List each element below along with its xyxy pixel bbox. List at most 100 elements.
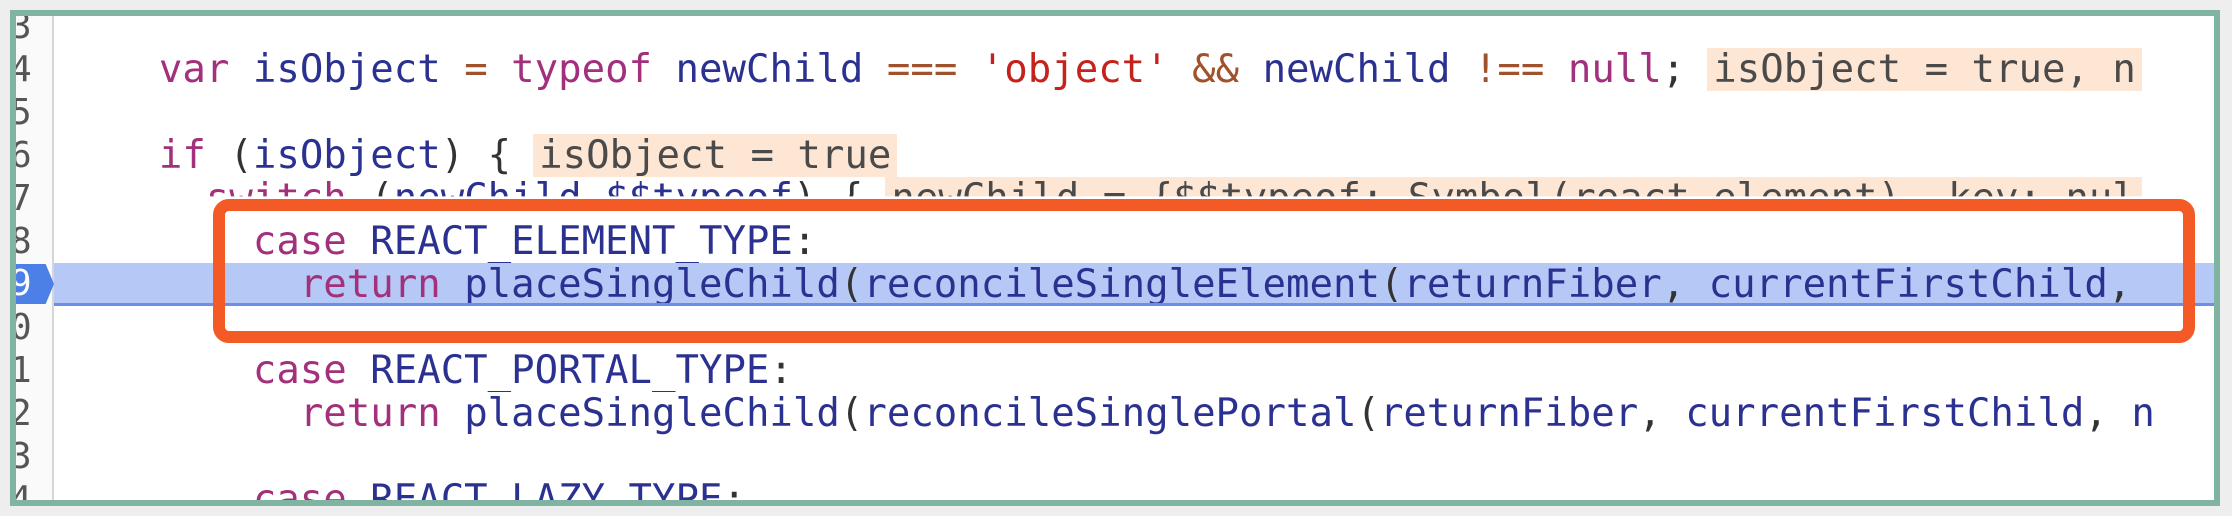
code-token: placeSingleChild xyxy=(464,263,840,306)
code-token: if xyxy=(158,134,206,177)
code-token: ) { xyxy=(792,177,864,220)
code-token: null xyxy=(1567,48,1662,91)
line-number[interactable]: 6 xyxy=(16,134,50,177)
code-token: ( xyxy=(205,134,253,177)
code-token: ( xyxy=(1379,263,1404,306)
code-line-text: case REACT_PORTAL_TYPE: xyxy=(65,349,793,392)
breakpoint-marker[interactable]: 9 xyxy=(16,264,54,304)
code-line: return placeSingleChild(reconcileSingleP… xyxy=(16,392,2214,435)
code-token: isObject xyxy=(252,48,441,91)
source-code-area[interactable]: var isObject = typeof newChild === 'obje… xyxy=(16,16,2214,500)
code-token: newChild xyxy=(675,48,864,91)
line-number[interactable]: 1 xyxy=(16,349,50,392)
code-token: REACT_ELEMENT_TYPE xyxy=(370,220,793,263)
line-number[interactable]: 8 xyxy=(16,220,50,263)
code-line-text: case REACT_ELEMENT_TYPE: xyxy=(65,220,817,263)
code-line: if (isObject) { isObject = true xyxy=(16,134,2214,177)
inline-value-hint: isObject = true, n xyxy=(1707,48,2142,91)
code-line: switch (newChild.$$typeof) {newChild = {… xyxy=(16,177,2214,220)
code-token: typeof xyxy=(511,48,653,91)
code-token: currentFirstChild xyxy=(1685,392,2085,435)
code-token: ) { xyxy=(440,134,512,177)
code-token: ; xyxy=(1661,48,1686,91)
code-token: 'object' xyxy=(980,48,1169,91)
code-token: case xyxy=(252,478,347,506)
line-number[interactable]: 4 xyxy=(16,478,50,500)
code-token: ( xyxy=(346,177,394,220)
code-line: case REACT_LAZY_TYPE: xyxy=(16,478,2214,506)
code-token: ( xyxy=(1356,392,1380,435)
code-token: !== xyxy=(1473,48,1545,91)
code-token: returnFiber xyxy=(1379,392,1639,435)
line-number[interactable]: 3 xyxy=(16,435,50,478)
inline-value-hint: isObject = true xyxy=(533,134,898,177)
code-token: isObject xyxy=(252,134,441,177)
code-token: case xyxy=(252,349,347,392)
line-number-gutter[interactable]: 345678901234 xyxy=(16,16,54,500)
code-token: case xyxy=(252,220,347,263)
code-token: && xyxy=(1192,48,1240,91)
code-token: n xyxy=(2131,392,2155,435)
code-token: , xyxy=(1661,263,1709,306)
code-token: : xyxy=(769,349,793,392)
code-line-text: return placeSingleChild(reconcileSingleP… xyxy=(65,392,2155,435)
code-token: newChild xyxy=(393,177,582,220)
code-token: ( xyxy=(839,263,864,306)
code-token: placeSingleChild xyxy=(464,392,840,435)
code-token: REACT_PORTAL_TYPE xyxy=(370,349,770,392)
code-token: : xyxy=(722,478,746,506)
code-line-text: return placeSingleChild(reconcileSingleE… xyxy=(65,263,2132,306)
code-token: reconcileSingleElement xyxy=(863,263,1380,306)
code-line: var isObject = typeof newChild === 'obje… xyxy=(16,48,2214,91)
code-line: case REACT_PORTAL_TYPE: xyxy=(16,349,2214,392)
line-number[interactable]: 2 xyxy=(16,392,50,435)
code-token: return xyxy=(299,263,441,306)
line-number[interactable]: 4 xyxy=(16,48,50,91)
current-execution-line: return placeSingleChild(reconcileSingleE… xyxy=(16,263,2214,306)
code-token: newChild xyxy=(1262,48,1451,91)
line-number[interactable]: 0 xyxy=(16,306,50,349)
code-token: var xyxy=(158,48,230,91)
line-number[interactable]: 3 xyxy=(16,16,50,48)
code-line-text: case REACT_LAZY_TYPE: xyxy=(65,478,746,506)
code-token: : xyxy=(792,220,817,263)
code-token: returnFiber xyxy=(1403,263,1662,306)
code-token: ( xyxy=(839,392,864,435)
code-token: === xyxy=(886,48,958,91)
code-line-text: switch (newChild.$$typeof) {newChild = {… xyxy=(65,177,2142,220)
code-token: reconcileSinglePortal xyxy=(863,392,1357,435)
code-token: $$typeof xyxy=(605,177,793,220)
line-number[interactable]: 5 xyxy=(16,91,50,134)
line-number[interactable]: 7 xyxy=(16,177,50,220)
code-token: , xyxy=(2107,263,2132,306)
code-line-text: var isObject = typeof newChild === 'obje… xyxy=(65,48,2142,91)
code-token: , xyxy=(2084,392,2132,435)
code-token: , xyxy=(1638,392,1686,435)
code-token: = xyxy=(464,48,488,91)
code-token: return xyxy=(299,392,441,435)
